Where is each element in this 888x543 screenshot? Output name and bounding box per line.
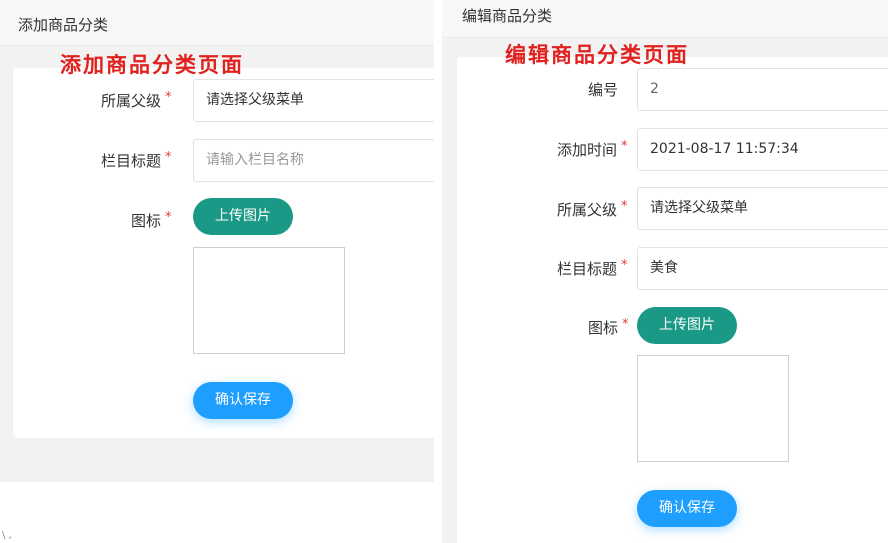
edit-tab-title: 编辑商品分类 [442, 0, 888, 38]
add-parent-select[interactable]: 请选择父级菜单 [193, 79, 434, 122]
add-title-input[interactable]: 请输入栏目名称 [193, 139, 434, 182]
edit-id-field: 2 [637, 68, 888, 111]
add-form-card: 所属父级 * 请选择父级菜单 栏目标题 * 请输入栏目名称 图标 * 上传图片 确认保… [13, 68, 434, 438]
edit-id-label: 编号 [588, 81, 619, 99]
add-tab-title: 添加商品分类 [0, 0, 434, 46]
edit-created-label: 添加时间 * [557, 139, 628, 159]
edit-save-button[interactable]: 确认保存 [637, 490, 737, 527]
edit-parent-select[interactable]: 请选择父级菜单 [637, 187, 888, 230]
add-parent-label: 所属父级 * [101, 90, 172, 110]
edit-page-annotation: 编辑商品分类页面 [505, 42, 689, 67]
add-save-button[interactable]: 确认保存 [193, 382, 293, 419]
edit-upload-button[interactable]: 上传图片 [637, 307, 737, 344]
edit-icon-label: 图标 * [588, 317, 629, 337]
stray-mark: \ , [2, 530, 12, 541]
add-icon-label: 图标 * [131, 210, 172, 230]
add-page-annotation: 添加商品分类页面 [60, 52, 244, 77]
add-upload-button[interactable]: 上传图片 [193, 198, 293, 235]
edit-parent-label: 所属父级 * [557, 199, 628, 219]
edit-category-panel: 编辑商品分类 编号 2 添加时间 * 2021-08-17 11:57:34 所属… [442, 0, 888, 543]
edit-title-label: 栏目标题 * [557, 258, 628, 278]
edit-created-field[interactable]: 2021-08-17 11:57:34 [637, 128, 888, 171]
edit-icon-preview [637, 355, 789, 462]
edit-title-input[interactable]: 美食 [637, 247, 888, 290]
add-icon-preview [193, 247, 345, 354]
edit-form-card: 编号 2 添加时间 * 2021-08-17 11:57:34 所属父级 * 请选择… [457, 57, 888, 543]
add-title-label: 栏目标题 * [101, 150, 172, 170]
